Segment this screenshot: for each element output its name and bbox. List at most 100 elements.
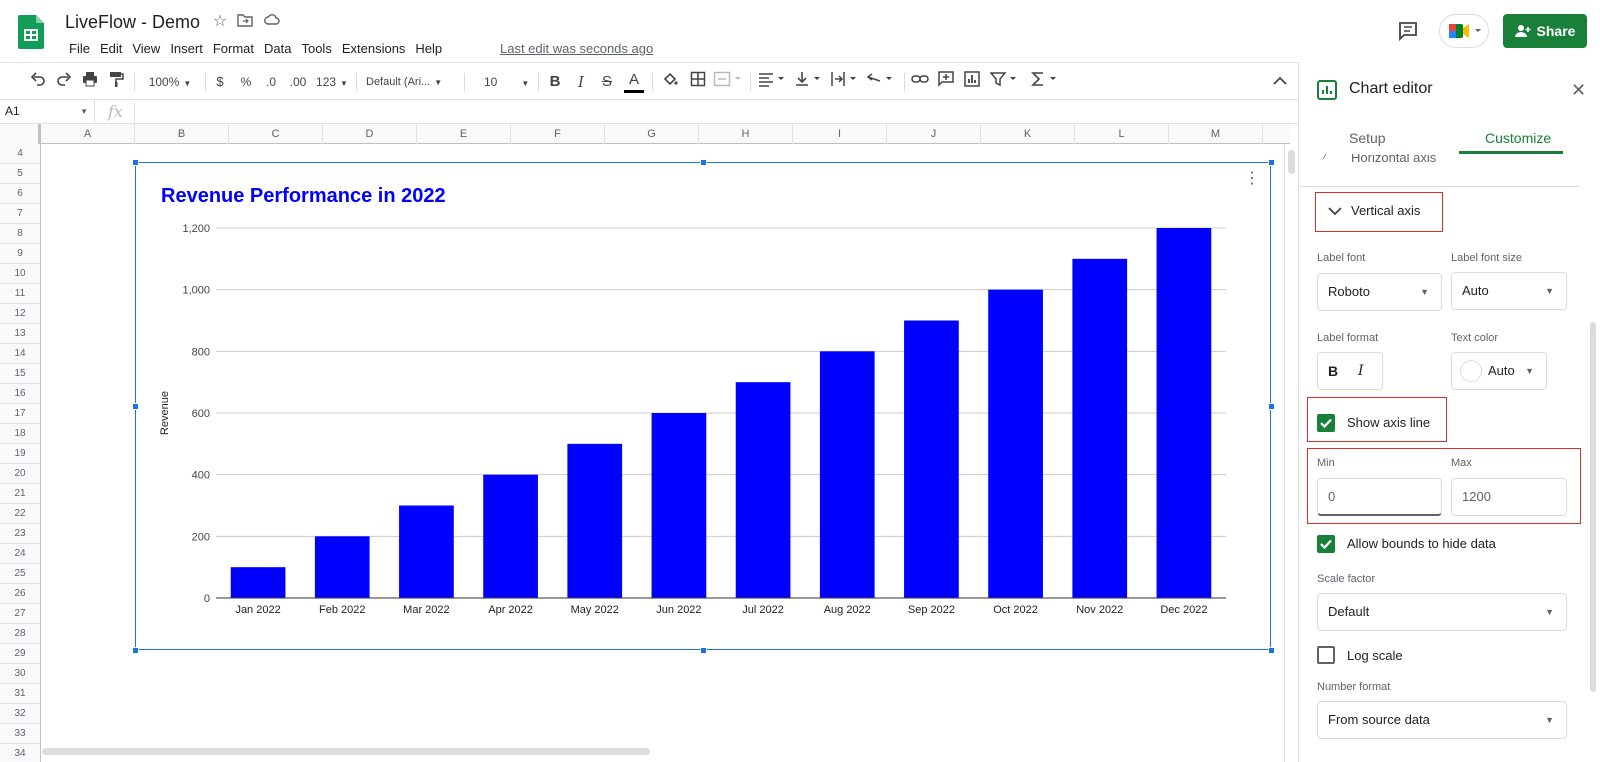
share-button[interactable]: Share [1503,14,1587,48]
menu-extensions[interactable]: Extensions [337,40,411,60]
font-family-select[interactable]: Default (Ari... ▼ [366,71,458,93]
section-vertical-axis[interactable]: Vertical axis [1315,192,1443,232]
row-header[interactable]: 13 [0,324,40,344]
col-header-l[interactable]: L [1075,124,1169,144]
menu-view[interactable]: View [127,40,165,60]
cloud-status-icon[interactable] [262,12,282,32]
vertical-align-icon[interactable] [792,71,826,93]
menu-help[interactable]: Help [410,40,447,60]
row-header[interactable]: 7 [0,204,40,224]
resize-handle[interactable] [1268,647,1275,654]
more-formats-select[interactable]: 123 ▼ [316,71,348,93]
col-header-a[interactable]: A [41,124,135,144]
horizontal-scroll-thumb[interactable] [42,748,650,755]
row-header[interactable]: 18 [0,424,40,444]
row-header[interactable]: 8 [0,224,40,244]
chart-bar[interactable] [314,536,370,598]
resize-handle[interactable] [1268,403,1275,410]
insert-comment-icon[interactable] [936,71,956,93]
allow-bounds-checkbox[interactable] [1317,535,1335,553]
bold-toggle[interactable]: B [1328,363,1338,379]
bold-button[interactable]: B [546,71,564,93]
menu-edit[interactable]: Edit [95,40,127,60]
insert-link-icon[interactable] [910,71,930,93]
redo-icon[interactable] [54,71,74,93]
col-header-g[interactable]: G [605,124,699,144]
chart-bar[interactable] [399,505,454,599]
vertical-scrollbar[interactable] [1284,144,1298,762]
row-header[interactable]: 11 [0,284,40,304]
text-color-button[interactable]: A [624,71,644,93]
tab-setup[interactable]: Setup [1349,130,1386,146]
min-input[interactable]: 0 [1317,478,1442,516]
italic-button[interactable]: I [572,71,590,93]
chart-bar[interactable] [819,351,875,598]
resize-handle[interactable] [132,159,139,166]
scale-factor-select[interactable]: Default ▼ [1317,593,1567,631]
row-header[interactable]: 31 [0,684,40,704]
chart-bar[interactable] [1156,228,1212,598]
chart-bar[interactable] [1072,258,1128,598]
log-scale-checkbox[interactable] [1317,646,1335,664]
borders-icon[interactable] [688,71,708,93]
percent-format-button[interactable]: % [238,71,254,93]
sheets-logo-icon[interactable] [18,15,44,49]
col-header-e[interactable]: E [417,124,511,144]
row-header[interactable]: 15 [0,364,40,384]
row-header[interactable]: 28 [0,624,40,644]
menu-format[interactable]: Format [208,40,259,60]
close-icon[interactable]: ✕ [1571,80,1586,101]
row-header[interactable]: 5 [0,164,40,184]
chart-bar[interactable] [567,443,623,598]
merge-cells-icon[interactable] [712,71,744,93]
comment-history-icon[interactable] [1397,20,1419,42]
row-header[interactable]: 26 [0,584,40,604]
col-header-d[interactable]: D [323,124,417,144]
horizontal-align-icon[interactable] [756,71,790,93]
tab-customize[interactable]: Customize [1485,130,1551,146]
show-axis-line-checkbox[interactable] [1317,414,1335,432]
col-header-h[interactable]: H [699,124,793,144]
chart-bar[interactable] [230,567,286,598]
menu-insert[interactable]: Insert [165,40,208,60]
panel-scrollbar[interactable] [1590,322,1596,692]
max-input[interactable]: 1200 [1451,478,1567,516]
row-header[interactable]: 34 [0,744,40,762]
row-header[interactable]: 29 [0,644,40,664]
number-format-select[interactable]: From source data ▼ [1317,701,1567,739]
resize-handle[interactable] [700,159,707,166]
row-header[interactable]: 4 [0,144,40,164]
menu-file[interactable]: File [64,40,95,60]
print-icon[interactable] [80,71,100,93]
row-header[interactable]: 14 [0,344,40,364]
star-icon[interactable]: ☆ [210,12,230,32]
move-folder-icon[interactable] [235,12,255,32]
embedded-chart[interactable]: Revenue Performance in 2022 ⋮ 0 200 400 600… [132,159,1275,654]
row-header[interactable]: 24 [0,544,40,564]
decrease-decimal-button[interactable]: .0 [262,71,280,93]
row-header[interactable]: 17 [0,404,40,424]
currency-format-button[interactable]: $ [212,71,228,93]
name-box[interactable]: A1 ▼ [0,100,95,123]
row-header[interactable]: 10 [0,264,40,284]
text-rotation-icon[interactable] [864,71,898,93]
resize-handle[interactable] [132,647,139,654]
document-title[interactable]: LiveFlow - Demo [65,12,200,33]
col-header-i[interactable]: I [793,124,887,144]
last-edit-link[interactable]: Last edit was seconds ago [500,41,653,56]
row-header[interactable]: 9 [0,244,40,264]
chart-bar[interactable] [483,474,538,598]
chart-bar[interactable] [904,320,959,599]
row-header[interactable]: 12 [0,304,40,324]
label-font-size-select[interactable]: Auto ▼ [1451,272,1567,310]
row-header[interactable]: 33 [0,724,40,744]
resize-handle[interactable] [132,403,139,410]
menu-tools[interactable]: Tools [296,40,336,60]
row-header[interactable]: 27 [0,604,40,624]
resize-handle[interactable] [1268,159,1275,166]
horizontal-scrollbar[interactable] [42,744,1284,762]
strikethrough-button[interactable]: S [598,71,616,93]
meet-button[interactable] [1439,14,1489,48]
insert-chart-icon[interactable] [962,71,982,93]
section-horizontal-axis[interactable]: ⁄ Horizontal axis [1299,154,1579,187]
